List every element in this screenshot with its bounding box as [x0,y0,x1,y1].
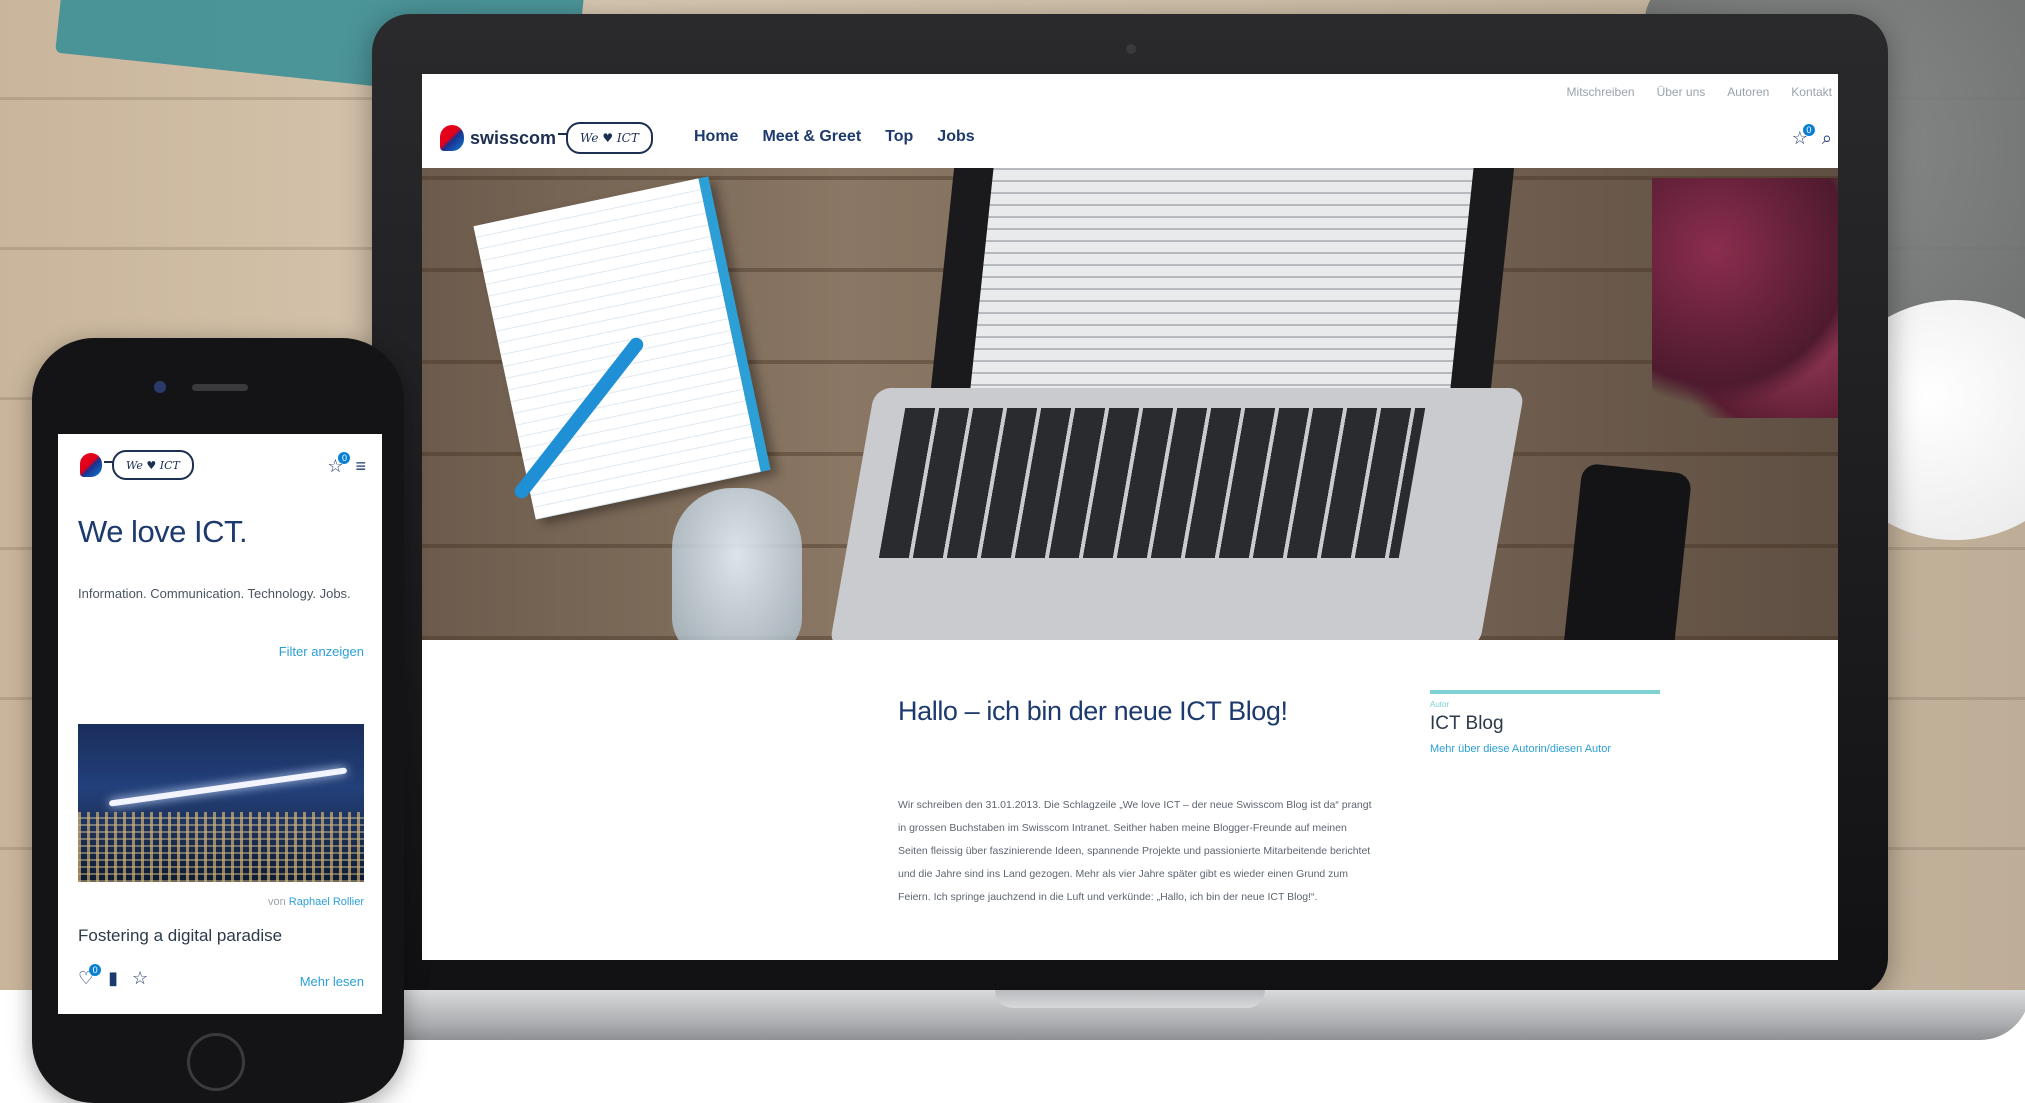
teaser-image-city-lights [78,812,364,882]
favorites-badge: 0 [338,452,351,464]
laptop-camera [1126,44,1136,54]
we-love-ict-bubble: We ♥ ICT [104,450,194,480]
navbar-icons: ☆ 0 ⌕ [1792,124,1832,149]
favorites-icon[interactable]: ☆ 0 [327,452,351,477]
topbar-link-about[interactable]: Über uns [1657,85,1706,99]
desktop-utility-bar: Mitschreiben Über uns Autoren Kontakt [422,74,1838,110]
laptop-notch [995,990,1265,1008]
phone-screen: We ♥ ICT ☆ 0 ≡ We love ICT. Information. … [58,434,382,1014]
filter-toggle-link[interactable]: Filter anzeigen [279,644,364,659]
swisscom-logo-icon [440,125,464,151]
post-title: Hallo – ich bin der neue ICT Blog! [898,696,1288,726]
likes-badge: 0 [89,964,102,976]
teaser-image-bridge [108,767,348,807]
hero-plant [1652,178,1838,418]
bookmark-icon[interactable]: ▮ [108,968,118,989]
mobile-page-subtitle: Information. Communication. Technology. … [78,586,351,601]
author-box: Autor ICT Blog Mehr über diese Autorin/d… [1430,690,1660,755]
nav-item-meet-greet[interactable]: Meet & Greet [762,128,861,146]
post-body: Wir schreiben den 31.01.2013. Die Schlag… [898,799,1372,903]
author-box-link[interactable]: Mehr über diese Autorin/diesen Autor [1430,743,1660,755]
like-icon[interactable]: ♡ 0 [78,964,102,989]
search-icon[interactable]: ⌕ [1822,128,1832,149]
topbar-link-write[interactable]: Mitschreiben [1567,85,1635,99]
site-logo[interactable]: swisscom We ♥ ICT [440,122,653,154]
topbar-link-contact[interactable]: Kontakt [1791,85,1832,99]
read-more-link[interactable]: Mehr lesen [300,974,364,989]
mobile-page-title: We love ICT. [78,514,248,549]
main-navigation: Home Meet & Greet Top Jobs [694,128,975,146]
favorites-badge: 0 [1802,124,1815,136]
author-box-tag: Autor [1430,700,1450,709]
author-box-title: ICT Blog [1430,713,1504,734]
favorites-icon[interactable]: ☆ 0 [1792,124,1815,149]
swisscom-logo-icon [80,453,102,477]
desktop-navbar: swisscom We ♥ ICT Home Meet & Greet Top … [422,110,1838,168]
phone-speaker [192,384,248,391]
laptop-screen: Mitschreiben Über uns Autoren Kontakt sw… [422,74,1838,960]
post-actions: ♡ 0 ▮ ☆ [78,964,148,989]
mobile-header-icons: ☆ 0 ≡ [327,452,366,477]
hero-glass [672,488,802,640]
nav-item-home[interactable]: Home [694,128,738,146]
we-love-ict-bubble: We ♥ ICT [558,122,653,154]
author-box-divider [1430,690,1660,694]
nav-item-jobs[interactable]: Jobs [937,128,974,146]
brand-name: swisscom [470,127,557,148]
post-teaser-image[interactable] [78,724,364,882]
star-icon[interactable]: ☆ [132,968,148,989]
hero-image [422,168,1838,640]
phone-camera [154,381,166,393]
hero-phone [1561,462,1693,640]
mobile-header: We ♥ ICT ☆ 0 ≡ [58,434,382,498]
author-link[interactable]: Raphael Rollier [289,896,364,908]
hamburger-menu-icon[interactable]: ≡ [355,456,366,477]
post-teaser-title[interactable]: Fostering a digital paradise [78,926,282,946]
post-content: Hallo – ich bin der neue ICT Blog! Wir s… [422,640,1838,960]
author-prefix: von [267,896,286,908]
hero-laptop-keys [878,408,1426,558]
mobile-site-logo[interactable]: We ♥ ICT [80,450,194,480]
hero-laptop-document [969,168,1475,398]
nav-item-top[interactable]: Top [885,128,913,146]
hero-notebook [473,176,771,520]
post-author-line: von Raphael Rollier [268,896,364,908]
topbar-link-authors[interactable]: Autoren [1727,85,1769,99]
phone-home-button [187,1033,245,1091]
